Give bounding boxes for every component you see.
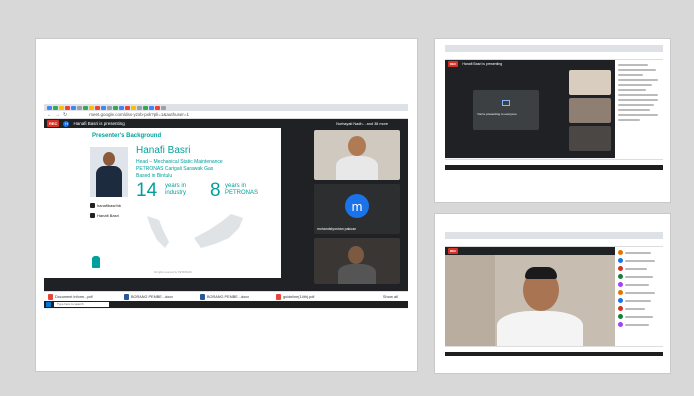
browser-tab-strip[interactable] bbox=[44, 104, 408, 111]
presenting-text: Hanafi Basri is presenting bbox=[73, 121, 125, 126]
participant-avatar: m bbox=[345, 194, 369, 218]
stat2-text: years in PETRONAS bbox=[225, 183, 259, 196]
facebook-name: Hanafi Basri bbox=[97, 213, 119, 218]
avatar bbox=[618, 298, 623, 303]
viewer-text: Nurhayati Nadh... and 38 more bbox=[336, 121, 388, 126]
presenting-center-text: You're presenting to everyone bbox=[477, 112, 517, 116]
speaker-video[interactable] bbox=[445, 255, 615, 347]
rec-badge: REC bbox=[47, 120, 60, 127]
speaker-bg-shelf bbox=[445, 255, 495, 347]
meet-top-bar: REC H Hanafi Basri is presenting Nurhaya… bbox=[44, 119, 408, 128]
participant-body bbox=[338, 264, 376, 284]
instagram-icon bbox=[90, 203, 95, 208]
download-item[interactable]: Document Inform...pdf bbox=[48, 293, 120, 300]
participant-tile-1[interactable] bbox=[569, 70, 611, 95]
present-icon bbox=[502, 100, 510, 106]
browser-tab-strip[interactable] bbox=[445, 232, 663, 239]
rec-badge: REC bbox=[448, 61, 459, 67]
avatar bbox=[618, 250, 623, 255]
slide-line-3: Based in Bintulu bbox=[136, 173, 173, 179]
url-text[interactable]: meet.google.com/dsx-yzxb-pxk?pli=1&authu… bbox=[89, 112, 189, 117]
malaysia-map bbox=[147, 214, 243, 248]
top-right-screenshot: REC Hanafi Basri is presenting You're pr… bbox=[445, 45, 663, 170]
participant-face bbox=[348, 136, 366, 156]
meet-stage: You're presenting to everyone bbox=[445, 68, 615, 158]
rec-badge: REC bbox=[448, 248, 459, 254]
address-bar[interactable] bbox=[445, 239, 663, 247]
presenter-name: Hanafi Basri bbox=[136, 145, 191, 156]
bottom-right-screenshot: REC bbox=[445, 232, 663, 356]
windows-taskbar: Type here to search bbox=[44, 301, 408, 308]
download-bar: Document Inform...pdf BORANG PEMBE...doc… bbox=[44, 291, 408, 301]
slide-heading: Presenter's Background bbox=[92, 133, 162, 139]
participant-tile-2[interactable] bbox=[569, 98, 611, 123]
petronas-logo bbox=[92, 256, 100, 268]
avatar bbox=[618, 314, 623, 319]
main-panel-frame: ← → ↻ meet.google.com/dsx-yzxb-pxk?pli=1… bbox=[35, 38, 418, 372]
slide-line-1: Head – Mechanical Static Maintenance bbox=[136, 159, 223, 165]
participant-tile-3[interactable] bbox=[569, 126, 611, 151]
top-right-panel-frame: REC Hanafi Basri is presenting You're pr… bbox=[434, 38, 671, 203]
participant-face bbox=[348, 246, 364, 264]
start-icon[interactable] bbox=[46, 302, 51, 307]
avatar bbox=[618, 306, 623, 311]
presenter-avatar: H bbox=[63, 120, 70, 127]
participants-panel bbox=[615, 247, 663, 347]
taskbar-search[interactable]: Type here to search bbox=[54, 302, 109, 307]
participant-tile-2[interactable]: m mohandstyoshan pakuan bbox=[314, 184, 400, 234]
presenting-text: Hanafi Basri is presenting bbox=[462, 62, 503, 66]
participant-name: mohandstyoshan pakuan bbox=[317, 227, 357, 231]
address-bar[interactable] bbox=[445, 52, 663, 60]
slide-footer-note: All rights reserved by PETRONAS bbox=[154, 271, 192, 274]
avatar bbox=[618, 266, 623, 271]
show-all-button[interactable]: Show all bbox=[383, 294, 408, 299]
bottom-right-panel-frame: REC bbox=[434, 213, 671, 374]
avatar bbox=[618, 290, 623, 295]
meet-top-bar: REC Hanafi Basri is presenting bbox=[445, 60, 615, 68]
presenter-photo bbox=[90, 147, 128, 197]
windows-taskbar bbox=[445, 352, 663, 356]
presenting-card: You're presenting to everyone bbox=[473, 90, 539, 130]
facebook-row: Hanafi Basri bbox=[90, 213, 119, 218]
presentation-slide: Presenter's Background Hanafi Basri Head… bbox=[44, 128, 281, 278]
participant-tile-1[interactable] bbox=[314, 130, 400, 180]
download-item[interactable]: guideline(14th).pdf bbox=[276, 293, 348, 300]
chat-panel bbox=[615, 60, 663, 160]
meet-stage: Presenter's Background Hanafi Basri Head… bbox=[44, 128, 408, 292]
facebook-icon bbox=[90, 213, 95, 218]
windows-taskbar bbox=[445, 165, 663, 170]
back-icon[interactable]: ← bbox=[47, 112, 52, 118]
reload-icon[interactable]: ↻ bbox=[63, 112, 67, 118]
instagram-handle: hanafibasrihb bbox=[97, 203, 122, 208]
stat1-text: years in industry bbox=[165, 183, 187, 196]
forward-icon[interactable]: → bbox=[55, 112, 60, 118]
address-bar[interactable]: ← → ↻ meet.google.com/dsx-yzxb-pxk?pli=1… bbox=[44, 111, 408, 119]
pdf-icon bbox=[276, 293, 281, 300]
pdf-icon bbox=[48, 293, 53, 300]
speaker-body bbox=[497, 311, 583, 347]
participant-tile-3[interactable] bbox=[314, 238, 400, 284]
speaker-hair bbox=[525, 267, 557, 279]
stat1-number: 14 bbox=[136, 180, 158, 201]
avatar bbox=[618, 258, 623, 263]
main-screenshot: ← → ↻ meet.google.com/dsx-yzxb-pxk?pli=1… bbox=[44, 104, 408, 309]
meet-top-bar: REC bbox=[445, 247, 615, 255]
participant-body bbox=[336, 156, 378, 180]
slide-line-2: PETRONAS Carigali Sarawak Gas bbox=[136, 166, 214, 172]
word-icon bbox=[124, 293, 129, 300]
avatar bbox=[618, 282, 623, 287]
stat2-number: 8 bbox=[210, 180, 221, 201]
instagram-row: hanafibasrihb bbox=[90, 203, 121, 208]
avatar bbox=[618, 274, 623, 279]
download-item[interactable]: BORANG PEMBE...docx bbox=[200, 293, 272, 300]
avatar bbox=[618, 322, 623, 327]
browser-tab-strip[interactable] bbox=[445, 45, 663, 52]
download-item[interactable]: BORANG PEMBE...docx bbox=[124, 293, 196, 300]
word-icon bbox=[200, 293, 205, 300]
